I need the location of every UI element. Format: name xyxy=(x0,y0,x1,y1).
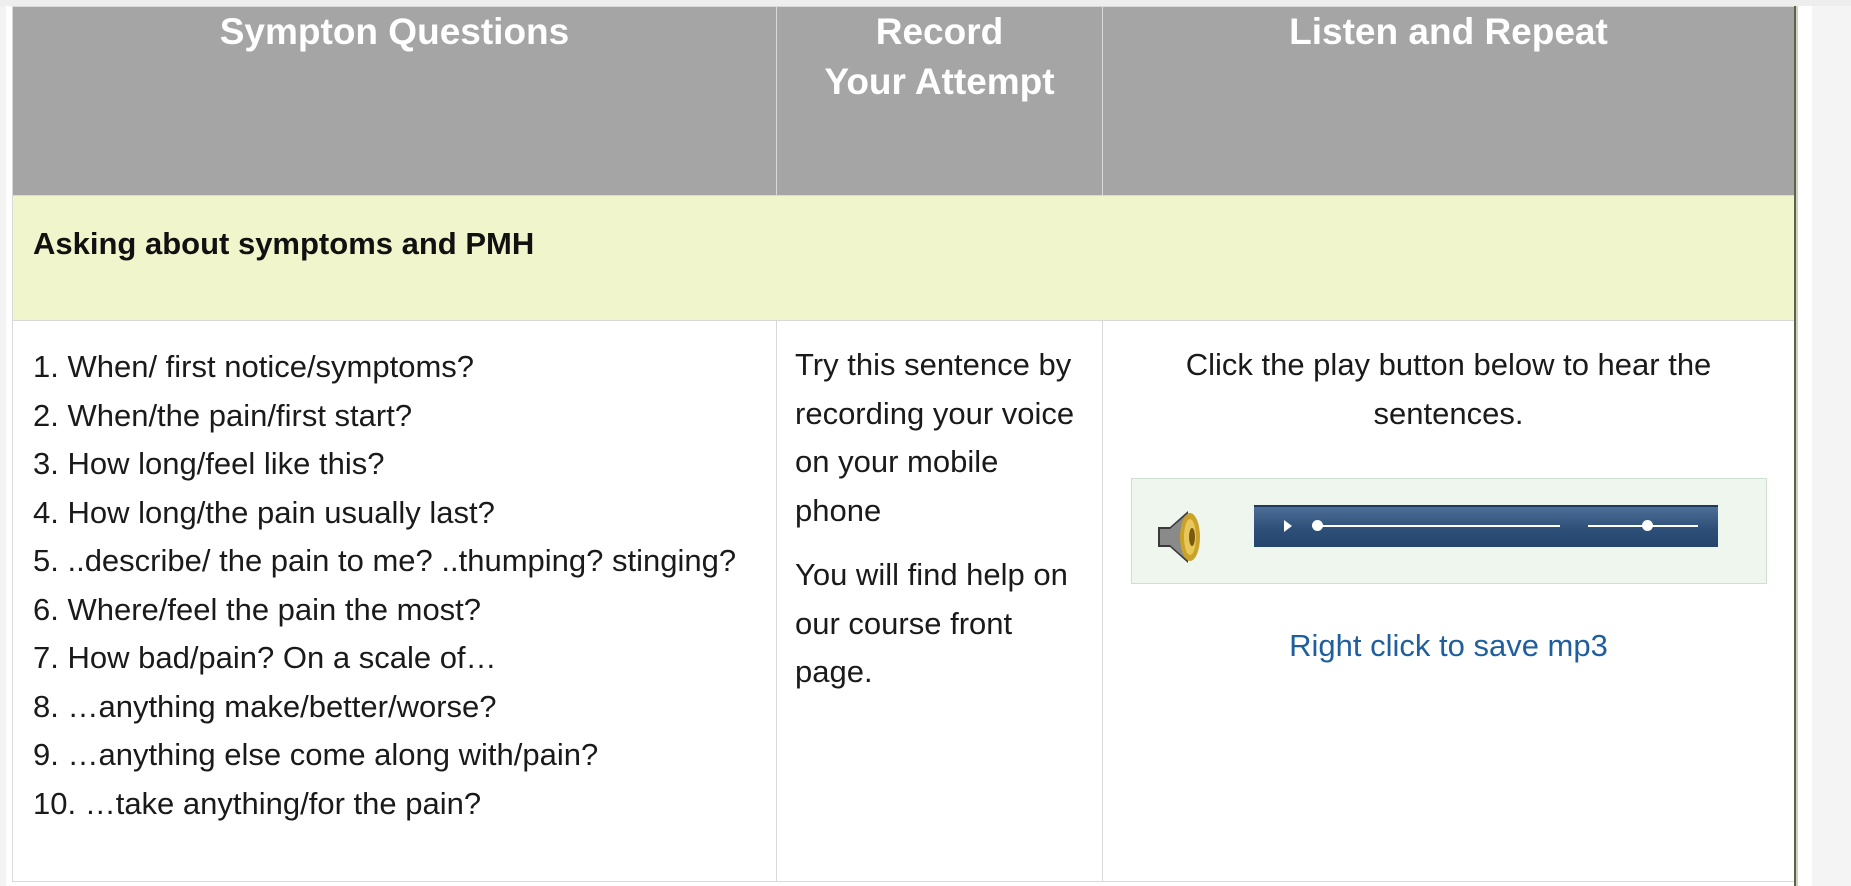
section-row: Asking about symptoms and PMH xyxy=(12,195,1795,321)
question-item: 1. When/ first notice/symptoms? xyxy=(33,349,475,384)
listen-cell: Click the play button below to hear the … xyxy=(1102,320,1795,882)
section-title: Asking about symptoms and PMH xyxy=(33,226,535,261)
question-item: 4. How long/the pain usually last? xyxy=(33,494,495,530)
header-listen-label: Listen and Repeat xyxy=(1289,11,1608,52)
question-item: 6. Where/feel the pain the most? xyxy=(33,591,482,627)
question-item: 10. …take anything/for the pain? xyxy=(33,785,482,821)
header-record: Record Your Attempt xyxy=(776,6,1103,196)
questions-list: 1. When/ first notice/symptoms? 2. When/… xyxy=(13,321,776,828)
volume-knob[interactable] xyxy=(1642,520,1653,531)
right-border-shadow xyxy=(1796,6,1798,886)
player-controls[interactable] xyxy=(1253,505,1718,547)
audio-player[interactable] xyxy=(1130,478,1767,584)
attempt-cell: Try this sentence by recording your voic… xyxy=(776,320,1103,882)
question-item: 9. …anything else come along with/pain? xyxy=(33,737,599,772)
attempt-text: Try this sentence by recording your voic… xyxy=(795,347,1075,528)
questions-cell: 1. When/ first notice/symptoms? 2. When/… xyxy=(12,320,777,882)
header-row: Sympton Questions Record Your Attempt Li… xyxy=(12,6,1795,196)
question-item: 5. ..describe/ the pain to me? ..thumpin… xyxy=(33,543,737,578)
question-item: 2. When/the pain/first start? xyxy=(33,397,413,433)
save-mp3-link[interactable]: Right click to save mp3 xyxy=(1289,622,1608,671)
header-record-line1: Record xyxy=(875,11,1004,52)
question-item: 3. How long/feel like this? xyxy=(33,446,385,481)
left-edge xyxy=(0,6,6,886)
header-listen: Listen and Repeat xyxy=(1102,6,1795,196)
help-text: You will find help on our course front p… xyxy=(795,557,1068,689)
question-item: 7. How bad/pain? On a scale of… xyxy=(33,640,497,675)
lesson-table: Sympton Questions Record Your Attempt Li… xyxy=(12,6,1795,882)
content-row: 1. When/ first notice/symptoms? 2. When/… xyxy=(12,320,1795,882)
listen-instructions: Click the play button below to hear the … xyxy=(1185,347,1712,431)
speaker-icon[interactable] xyxy=(1154,507,1204,567)
header-record-line2: Your Attempt xyxy=(824,61,1055,102)
header-questions: Sympton Questions xyxy=(12,6,777,196)
progress-track[interactable] xyxy=(1317,525,1560,527)
right-margin xyxy=(1812,6,1851,886)
page: Sympton Questions Record Your Attempt Li… xyxy=(0,0,1851,886)
progress-knob[interactable] xyxy=(1311,520,1323,531)
header-questions-label: Sympton Questions xyxy=(219,11,570,52)
listen-area: Click the play button below to hear the … xyxy=(1103,321,1794,671)
question-item: 8. …anything make/better/worse? xyxy=(33,688,497,724)
section-cell: Asking about symptoms and PMH xyxy=(12,195,1795,321)
play-icon[interactable] xyxy=(1283,520,1292,532)
attempt-instructions: Try this sentence by recording your voic… xyxy=(777,321,1102,697)
